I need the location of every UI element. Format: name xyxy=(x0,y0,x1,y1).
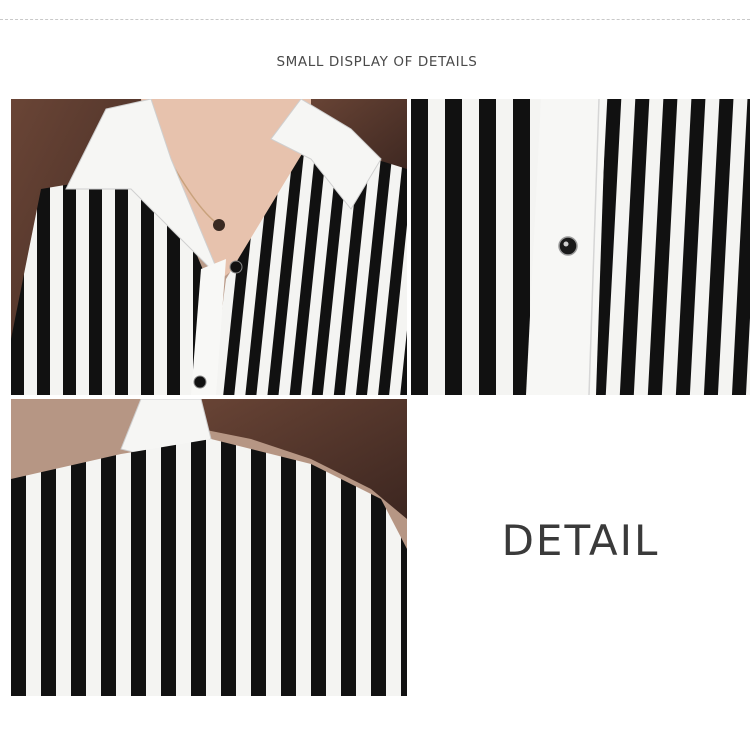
photo-back-shoulder xyxy=(11,399,407,696)
photo-button-placket xyxy=(411,99,750,395)
top-dashed-divider xyxy=(0,19,750,20)
section-title: SMALL DISPLAY OF DETAILS xyxy=(276,54,478,70)
detail-label: DETAIL xyxy=(501,516,660,565)
photo-collar-front xyxy=(11,99,407,395)
